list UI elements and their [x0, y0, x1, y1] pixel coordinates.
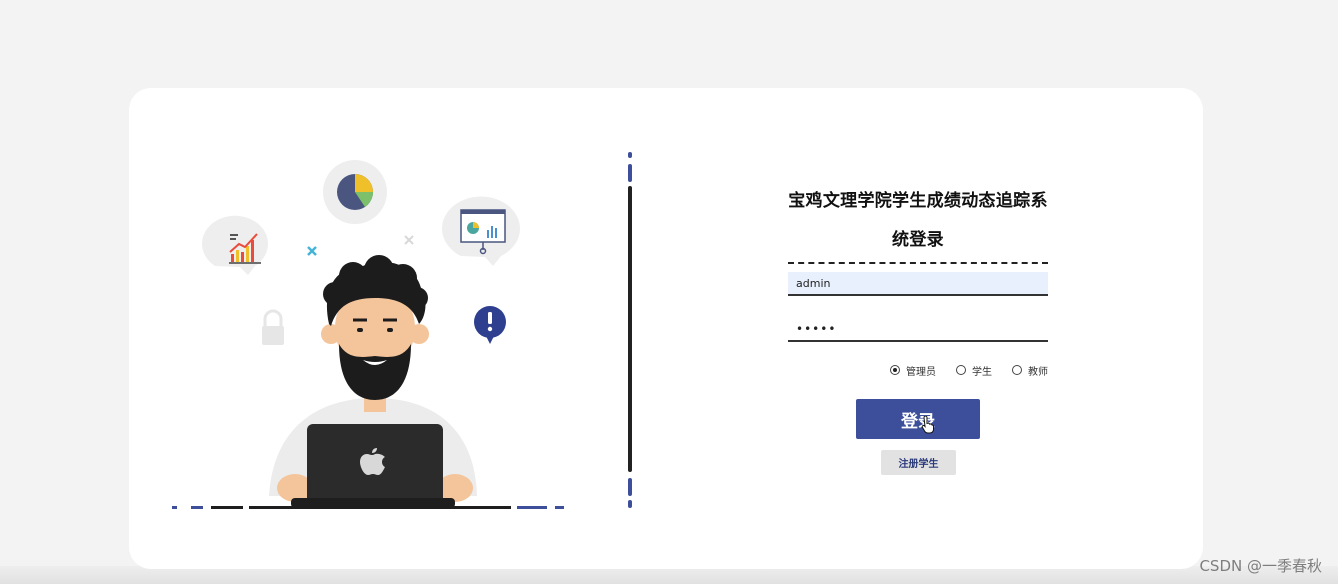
role-label-admin: 管理员: [906, 366, 936, 378]
register-student-button[interactable]: 注册学生: [881, 450, 956, 475]
role-selector: 管理员 学生 教师: [788, 362, 1048, 378]
role-label-student: 学生: [972, 366, 992, 378]
radio-button-admin[interactable]: [890, 365, 900, 375]
role-option-teacher[interactable]: 教师: [1012, 363, 1048, 378]
password-input[interactable]: [788, 318, 1048, 342]
cross-decoration-grey: [404, 235, 414, 245]
hand-cursor-icon: [921, 416, 934, 434]
cross-decoration-blue: [307, 246, 317, 256]
pie-chart-icon: [323, 160, 387, 224]
lock-icon: [262, 309, 284, 345]
bar-chart-icon: [202, 215, 268, 275]
ground-line: [172, 506, 564, 509]
radio-button-teacher[interactable]: [1012, 365, 1022, 375]
radio-button-student[interactable]: [956, 365, 966, 375]
role-option-student[interactable]: 学生: [956, 363, 992, 378]
role-label-teacher: 教师: [1028, 366, 1048, 378]
illustration: [172, 160, 564, 509]
login-card: 宝鸡文理学院学生成绩动态追踪系统登录 管理员 学生 教师 登录 注册学生: [129, 88, 1203, 569]
username-input[interactable]: [788, 272, 1048, 296]
page-title: 宝鸡文理学院学生成绩动态追踪系统登录: [788, 182, 1048, 264]
watermark: CSDN @一季春秋: [1199, 557, 1322, 575]
login-button[interactable]: 登录: [856, 399, 980, 439]
login-form: 宝鸡文理学院学生成绩动态追踪系统登录 管理员 学生 教师 登录 注册学生: [788, 182, 1048, 482]
role-option-admin[interactable]: 管理员: [890, 363, 936, 378]
alert-icon: [474, 306, 506, 344]
presentation-icon: [442, 196, 520, 266]
vertical-divider: [628, 152, 632, 508]
